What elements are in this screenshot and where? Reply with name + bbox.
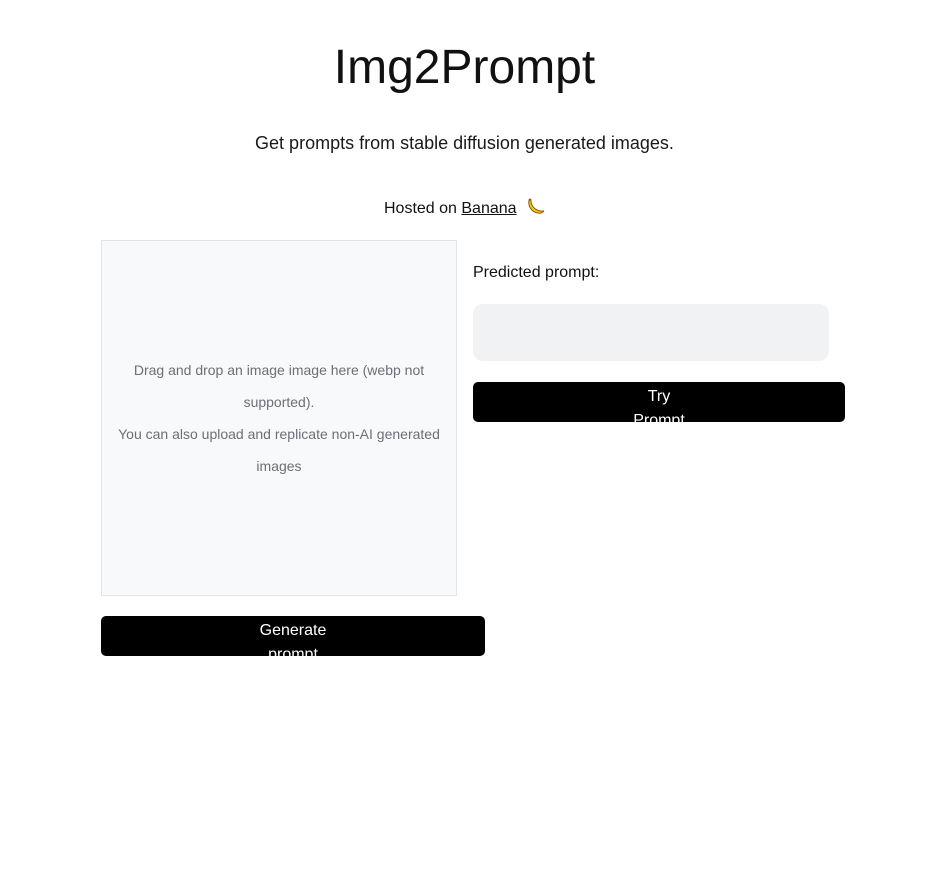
image-dropzone[interactable]: Drag and drop an image image here (webp … bbox=[101, 240, 457, 596]
try-prompt-label: Try Prompt bbox=[633, 388, 685, 422]
page-title: Img2Prompt bbox=[333, 41, 596, 94]
hosted-on-line: Hosted on Banana bbox=[0, 197, 929, 220]
banana-icon bbox=[525, 197, 545, 217]
dropzone-line-1: Drag and drop an image image here (webp … bbox=[133, 362, 425, 410]
generate-prompt-label: Generate prompt bbox=[259, 622, 327, 656]
banana-link[interactable]: Banana bbox=[461, 200, 516, 217]
predicted-prompt-label: Predicted prompt: bbox=[473, 264, 600, 281]
hosted-prefix: Hosted on bbox=[383, 200, 457, 217]
dropzone-instructions: Drag and drop an image image here (webp … bbox=[114, 354, 444, 482]
try-prompt-button[interactable]: Try Prompt bbox=[473, 382, 845, 422]
page: Img2Prompt Get prompts from stable diffu… bbox=[0, 0, 929, 887]
dropzone-line-2: You can also upload and replicate non-AI… bbox=[118, 426, 440, 474]
generate-prompt-button[interactable]: Generate prompt bbox=[101, 616, 485, 656]
predicted-prompt-field[interactable] bbox=[473, 304, 829, 361]
page-subtitle: Get prompts from stable diffusion genera… bbox=[255, 133, 674, 153]
